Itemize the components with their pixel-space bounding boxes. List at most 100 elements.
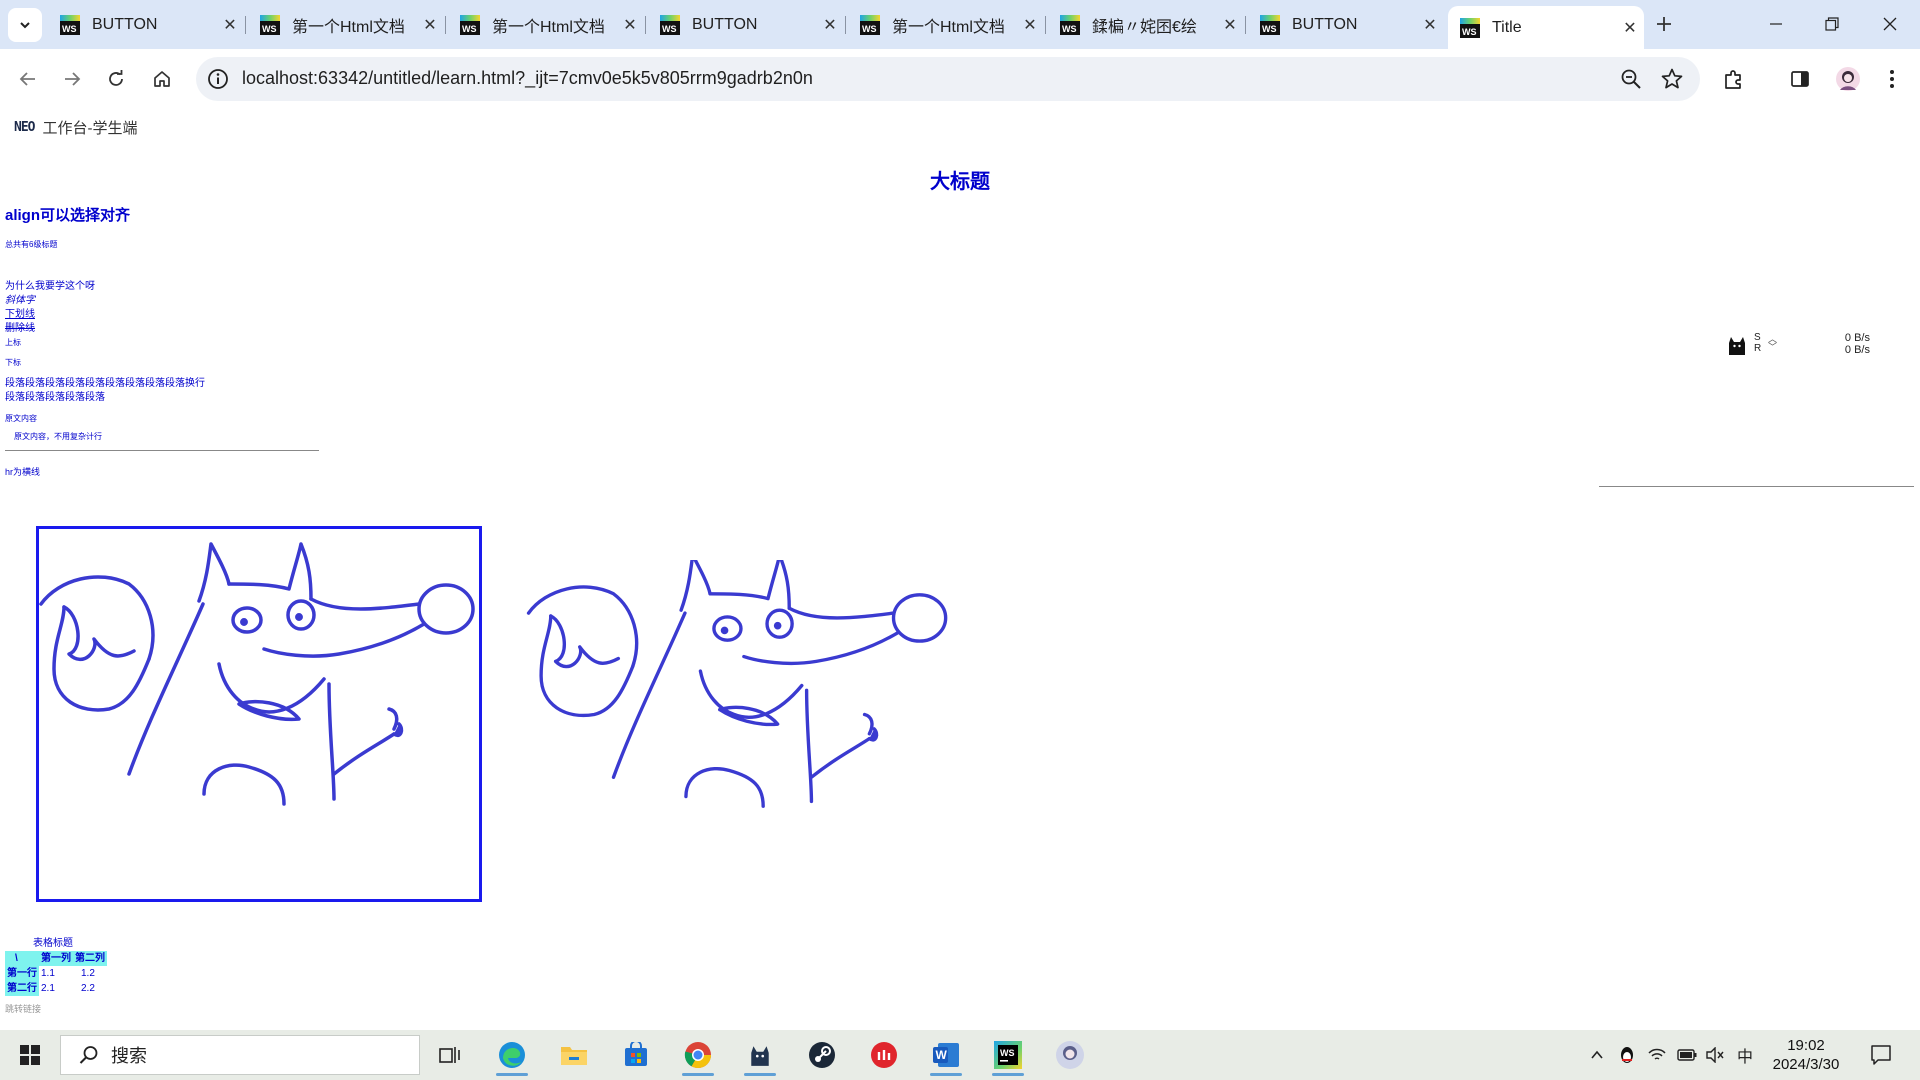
text-sup: 上标 [5, 338, 21, 347]
download-rate: 0 B/s [1844, 344, 1870, 356]
home-button[interactable] [146, 63, 178, 95]
tab-close-icon[interactable]: ✕ [416, 15, 444, 35]
tab-title: 第一个Html文档 [892, 18, 1005, 36]
chrome-app[interactable] [676, 1034, 720, 1076]
paragraph-line-2: 段落段落段落段落段落 [5, 392, 105, 403]
close-window-button[interactable] [1862, 0, 1918, 48]
netease-music-app[interactable] [862, 1034, 906, 1076]
taskbar-search-box[interactable]: 搜索 [60, 1035, 420, 1075]
folder-icon [561, 1047, 587, 1065]
volume-tray-icon[interactable] [1704, 1044, 1726, 1066]
edge-icon [499, 1042, 525, 1068]
minimize-button[interactable] [1748, 0, 1804, 48]
bookmark-star-icon[interactable] [1660, 67, 1684, 91]
more-vert-icon [1890, 70, 1894, 88]
file-explorer-app[interactable] [552, 1034, 596, 1076]
table-row: 第一行 1.1 1.2 [5, 966, 107, 981]
text-sub: 下标 [5, 358, 21, 367]
menu-button[interactable] [1878, 65, 1906, 93]
forward-button[interactable] [56, 63, 88, 95]
table-header-cell: \ [5, 951, 39, 966]
traffic-monitor-app[interactable] [738, 1034, 782, 1076]
clock-time: 19:02 [1787, 1037, 1825, 1054]
net-rates: 0 B/s 0 B/s [1820, 332, 1870, 356]
text-underline: 下划线 [5, 309, 35, 320]
webstorm-icon: WS [994, 1041, 1022, 1069]
reload-icon [109, 70, 123, 86]
tab-garbled[interactable]: WS 鍒楄〃姹囨€绘 ✕ [1048, 6, 1246, 43]
steam-app[interactable] [800, 1034, 844, 1076]
tab-title: 第一个Html文档 [292, 18, 405, 36]
send-label: S [1754, 332, 1761, 343]
new-tab-button[interactable] [1648, 8, 1680, 40]
chevron-down-icon [20, 22, 30, 29]
tab-html-3[interactable]: WS 第一个Html文档 ✕ [848, 6, 1046, 43]
restore-button[interactable] [1804, 0, 1860, 48]
edge-app[interactable] [490, 1034, 534, 1076]
webstorm-icon: WS [1260, 14, 1280, 35]
word-app[interactable]: W [924, 1034, 968, 1076]
browser-toolbar: localhost:63342/untitled/learn.html?_ijt… [0, 49, 1920, 109]
hr-label: hr为横线 [5, 467, 41, 477]
puzzle-icon [1725, 70, 1741, 89]
network-speed-widget[interactable]: S R ︿ ﹀ 0 B/s 0 B/s [1724, 330, 1870, 360]
tab-close-icon[interactable]: ✕ [616, 15, 644, 35]
fox-drawing [39, 542, 475, 806]
address-bar[interactable]: localhost:63342/untitled/learn.html?_ijt… [196, 57, 1700, 101]
tab-button-1[interactable]: WS BUTTON ✕ [48, 6, 246, 43]
cat-icon [1729, 337, 1745, 355]
small-heading: 总共有6级标题 [5, 240, 58, 249]
back-button[interactable] [12, 63, 44, 95]
extensions-button[interactable] [1720, 65, 1748, 93]
demo-table: \ 第一列 第二列 第一行 1.1 1.2 第二行 2.1 2.2 [5, 951, 107, 996]
notification-button[interactable] [1868, 1042, 1894, 1068]
taskbar-clock[interactable]: 19:02 2024/3/30 [1766, 1036, 1846, 1074]
battery-tray-icon[interactable] [1676, 1044, 1698, 1066]
table-cell: 1.2 [81, 968, 95, 979]
page-title: 大标题 [930, 171, 990, 193]
battery-icon [1677, 1049, 1697, 1061]
tab-close-icon[interactable]: ✕ [1216, 15, 1244, 35]
tab-title: BUTTON [692, 15, 758, 33]
side-panel-button[interactable] [1786, 65, 1814, 93]
start-button[interactable] [8, 1034, 52, 1076]
cat-icon [751, 1046, 769, 1066]
show-hidden-icons-button[interactable] [1586, 1044, 1608, 1066]
task-view-button[interactable] [428, 1034, 472, 1076]
reload-button[interactable] [100, 63, 132, 95]
text-strike: 删除线 [5, 323, 35, 334]
music-icon [871, 1042, 897, 1068]
webstorm-icon: WS [860, 14, 880, 35]
ime-indicator[interactable]: 中 [1734, 1044, 1756, 1066]
tab-html-1[interactable]: WS 第一个Html文档 ✕ [248, 6, 446, 43]
table-row-header: 第一行 [5, 966, 39, 981]
store-app[interactable] [614, 1034, 658, 1076]
table-header-cell: 第一列 [39, 951, 73, 966]
tab-close-icon[interactable]: ✕ [1416, 15, 1444, 35]
minimize-icon [1770, 23, 1782, 25]
table-header-row: \ 第一列 第二列 [5, 951, 107, 966]
tab-title-active[interactable]: WS Title ✕ [1448, 6, 1644, 49]
tab-close-icon[interactable]: ✕ [216, 15, 244, 35]
tab-close-icon[interactable]: ✕ [816, 15, 844, 35]
avatar-app[interactable] [1048, 1034, 1092, 1076]
close-icon [1883, 17, 1897, 31]
zoom-icon[interactable] [1620, 68, 1642, 90]
url-text[interactable]: localhost:63342/untitled/learn.html?_ijt… [242, 68, 813, 89]
tab-search-button[interactable] [8, 8, 42, 42]
page-content: NEO 工作台-学生端 大标题 align可以选择对齐 总共有6级标题 为什么我… [0, 109, 1920, 1030]
site-info-icon[interactable] [206, 67, 230, 91]
tab-button-2[interactable]: WS BUTTON ✕ [648, 6, 846, 43]
wifi-tray-icon[interactable] [1646, 1044, 1668, 1066]
tab-html-2[interactable]: WS 第一个Html文档 ✕ [448, 6, 646, 43]
tab-title: BUTTON [92, 15, 158, 33]
svg-text:W: W [936, 1048, 948, 1062]
tab-title: BUTTON [1292, 15, 1358, 33]
tab-button-3[interactable]: WS BUTTON ✕ [1248, 6, 1444, 43]
qq-tray-icon[interactable] [1616, 1044, 1638, 1066]
tab-close-icon[interactable]: ✕ [1616, 18, 1644, 38]
tab-close-icon[interactable]: ✕ [1016, 15, 1044, 35]
webstorm-app[interactable]: WS [986, 1034, 1030, 1076]
link-text[interactable]: 跳转链接 [5, 1002, 41, 1015]
profile-avatar[interactable] [1834, 65, 1862, 93]
